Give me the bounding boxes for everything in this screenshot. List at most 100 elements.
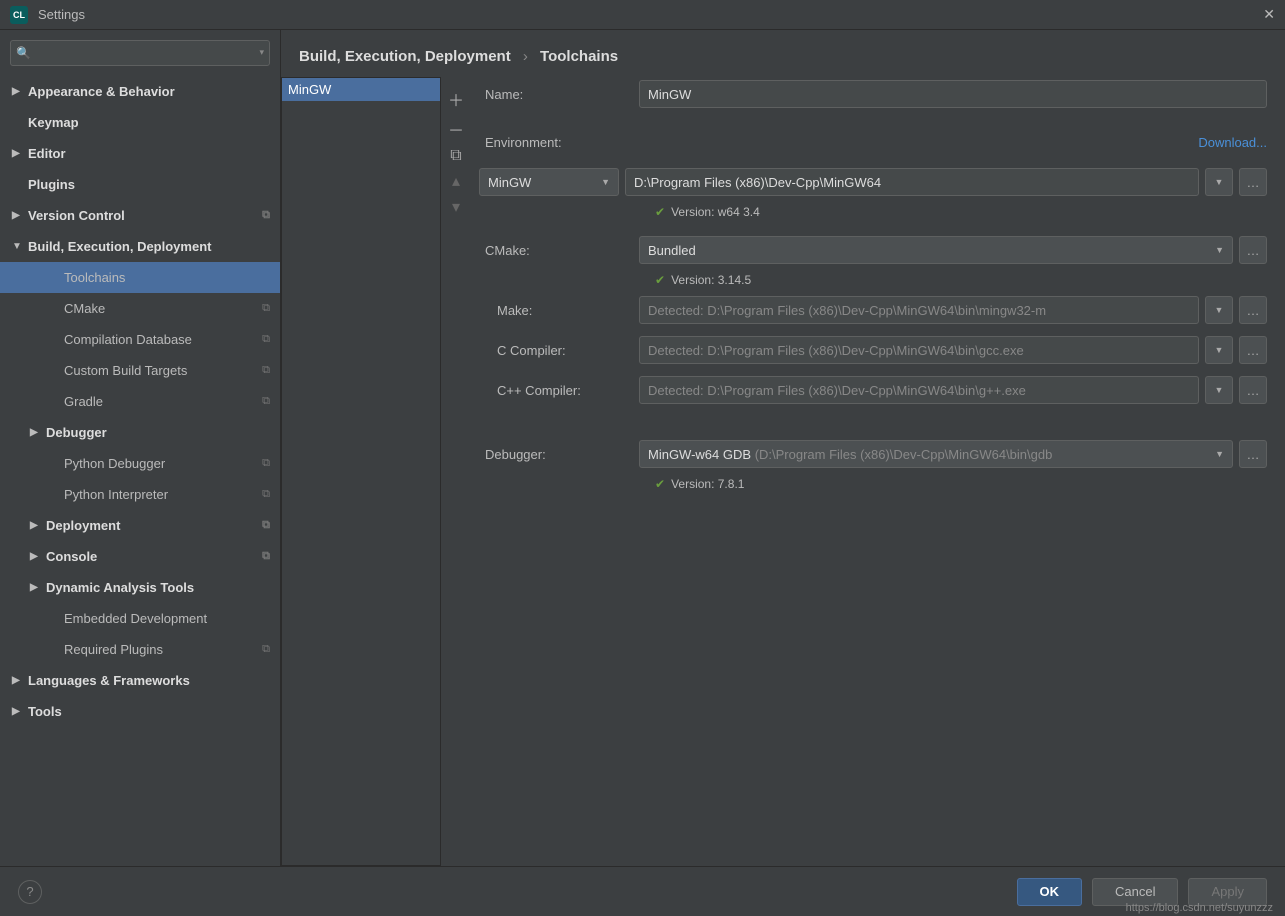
tree-item-label: Console [46,549,97,564]
remove-icon[interactable]: － [441,117,471,141]
breadcrumb-root: Build, Execution, Deployment [299,48,511,65]
tree-item[interactable]: Keymap [0,107,280,138]
up-icon[interactable]: ▴ [441,171,471,191]
tree-item-label: CMake [64,301,105,316]
cxx-input[interactable] [639,376,1199,404]
add-icon[interactable]: ＋ [441,87,471,111]
tree-item[interactable]: ▶ Console ⧉ [0,541,280,572]
arrow-icon: ▶ [12,86,20,97]
scope-icon: ⧉ [262,209,270,222]
arrow-icon: ▶ [30,582,38,593]
scope-icon: ⧉ [262,643,270,656]
tree-item-label: Appearance & Behavior [28,84,175,99]
cmake-select[interactable]: Bundled▼ [639,236,1233,264]
tree-item[interactable]: Python Interpreter⧉ [0,479,280,510]
tree-item-label: Tools [28,704,62,719]
tree-item-label: Python Debugger [64,456,165,471]
list-toolbar: ＋ － ⧉ ▴ ▾ [441,77,471,866]
make-input[interactable] [639,296,1199,324]
tree-item[interactable]: ▶ Appearance & Behavior [0,76,280,107]
tree-item[interactable]: ▶Deployment⧉ [0,510,280,541]
toolchain-item[interactable]: MinGW [282,78,440,101]
ok-button[interactable]: OK [1017,878,1083,906]
tree-item[interactable]: Gradle ⧉ [0,386,280,417]
breadcrumb-sep: › [523,48,528,65]
name-label: Name: [479,87,639,102]
env-browse-button[interactable]: … [1239,168,1267,196]
check-icon: ✔ [655,273,665,287]
tree-item[interactable]: Custom Build Targets⧉ [0,355,280,386]
check-icon: ✔ [655,205,665,219]
tree-item[interactable]: Python Debugger⧉ [0,448,280,479]
tree-item-label: Keymap [28,115,79,130]
cc-browse-button[interactable]: … [1239,336,1267,364]
tree-item[interactable]: ▶Languages & Frameworks [0,665,280,696]
tree-item-label: Version Control [28,208,125,223]
tree-item[interactable]: ▼ Build, Execution, Deployment [0,231,280,262]
tree-item[interactable]: ▶ Tools [0,696,280,727]
tree-item[interactable]: Toolchains [0,262,280,293]
arrow-icon: ▶ [12,210,20,221]
scope-icon: ⧉ [262,395,270,408]
down-icon[interactable]: ▾ [441,197,471,217]
tree-item-label: Editor [28,146,66,161]
arrow-icon: ▶ [12,706,20,717]
dbg-label: Debugger: [479,447,639,462]
tree-item-label: Compilation Database [64,332,192,347]
arrow-icon: ▶ [12,148,20,159]
tree-item[interactable]: Plugins [0,169,280,200]
env-type-select[interactable]: MinGW▼ [479,168,619,196]
cxx-browse-button[interactable]: … [1239,376,1267,404]
tree-item[interactable]: Required Plugins ⧉ [0,634,280,665]
arrow-icon: ▼ [12,241,22,252]
arrow-icon: ▶ [30,520,38,531]
tree-item[interactable]: Compilation Database ⧉ [0,324,280,355]
help-button[interactable]: ? [18,880,42,904]
dbg-select[interactable]: MinGW-w64 GDB (D:\Program Files (x86)\De… [639,440,1233,468]
copy-icon[interactable]: ⧉ [441,147,471,165]
settings-tree: ▶ Appearance & Behavior Keymap ▶ Editor Plugi… [0,76,280,866]
tree-item[interactable]: CMake⧉ [0,293,280,324]
window-title: Settings [38,7,1263,22]
search-input[interactable] [10,40,270,66]
make-browse-button[interactable]: … [1239,296,1267,324]
scope-icon: ⧉ [262,550,270,563]
cxx-label: C++ Compiler: [479,383,639,398]
scope-icon: ⧉ [262,488,270,501]
tree-item[interactable]: ▶ Editor [0,138,280,169]
cxx-dropdown[interactable]: ▼ [1205,376,1233,404]
tree-item-label: Gradle [64,394,103,409]
cmake-version: Version: 3.14.5 [671,273,751,287]
settings-sidebar: 🔍 ▾ ▶Appearance & BehaviorKeymap▶EditorP… [0,30,281,866]
cc-input[interactable] [639,336,1199,364]
arrow-icon: ▶ [12,675,20,686]
arrow-icon: ▶ [30,427,38,438]
dbg-version: Version: 7.8.1 [671,477,744,491]
tree-item[interactable]: Embedded Development [0,603,280,634]
tree-item[interactable]: ▶ Version Control ⧉ [0,200,280,231]
close-icon[interactable]: ✕ [1263,6,1275,23]
tree-item-label: Required Plugins [64,642,163,657]
tree-item-label: Plugins [28,177,75,192]
breadcrumb-leaf: Toolchains [540,48,618,65]
arrow-icon: ▶ [30,551,38,562]
cmake-browse-button[interactable]: … [1239,236,1267,264]
dbg-browse-button[interactable]: … [1239,440,1267,468]
breadcrumb: Build, Execution, Deployment › Toolchain… [281,30,1285,77]
toolchain-list: MinGW [281,77,441,866]
tree-item-label: Dynamic Analysis Tools [46,580,194,595]
scope-icon: ⧉ [262,364,270,377]
dialog-footer: ? OK Cancel Apply https://blog.csdn.net/… [0,866,1285,916]
env-path-dropdown[interactable]: ▼ [1205,168,1233,196]
make-dropdown[interactable]: ▼ [1205,296,1233,324]
tree-item[interactable]: ▶Debugger [0,417,280,448]
scope-icon: ⧉ [262,333,270,346]
env-path-input[interactable] [625,168,1199,196]
tree-item-label: Build, Execution, Deployment [28,239,211,254]
cc-dropdown[interactable]: ▼ [1205,336,1233,364]
tree-item[interactable]: ▶ Dynamic Analysis Tools [0,572,280,603]
env-label: Environment: [479,135,639,150]
name-input[interactable] [639,80,1267,108]
download-link[interactable]: Download... [1198,135,1267,150]
env-version: Version: w64 3.4 [671,205,760,219]
